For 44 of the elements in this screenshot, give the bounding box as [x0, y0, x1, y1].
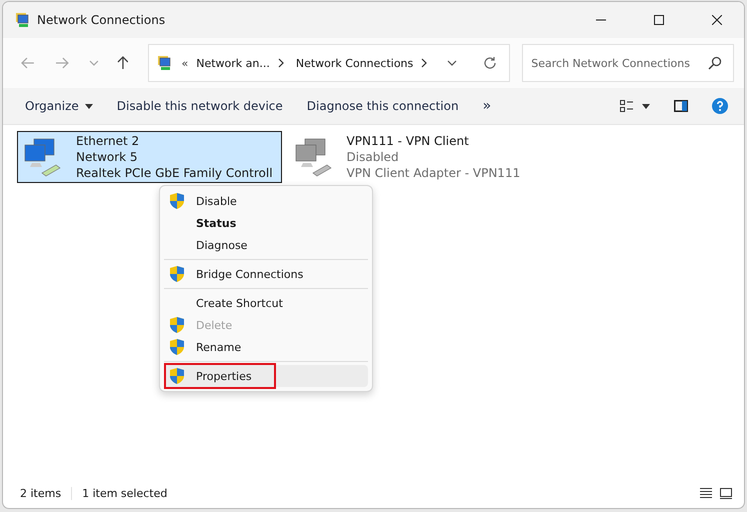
toolbar-button[interactable]: Organize	[13, 95, 105, 117]
overflow-crumb[interactable]: «	[181, 56, 188, 70]
connection-item[interactable]: VPN111 - VPN Client Disabled VPN Client Adapter - VPN111	[288, 131, 538, 183]
search-icon	[708, 56, 722, 70]
connection-item[interactable]: Ethernet 2 Network 5 Realtek PCIe GbE Family Controll	[17, 131, 282, 183]
network-computer-icon	[15, 12, 31, 28]
up-arrow-icon[interactable]	[116, 56, 128, 70]
refresh-icon[interactable]	[483, 56, 498, 70]
connection-name: VPN111 - VPN Client	[346, 133, 470, 149]
network-computer-icon	[157, 55, 174, 71]
large-icons-view-icon[interactable]	[720, 488, 732, 498]
help-icon[interactable]	[712, 98, 728, 114]
toolbar-button[interactable]: Disable this network device	[104, 95, 295, 117]
search-field[interactable]: Search Network Connections	[522, 44, 734, 82]
view-options-icon[interactable]	[620, 100, 634, 112]
preview-pane-icon[interactable]	[674, 100, 688, 112]
menu-item[interactable]: Rename	[164, 336, 368, 358]
connection-status: Network 5	[76, 149, 139, 165]
breadcrumb[interactable]: Network Connections	[296, 56, 414, 70]
menu-item[interactable]: Status	[164, 212, 368, 234]
menu-item[interactable]: Disable	[164, 190, 368, 212]
more-commands-button[interactable]: »	[470, 94, 504, 118]
maximize-icon[interactable]	[654, 15, 664, 25]
window-title: Network Connections	[37, 13, 166, 27]
menu-item[interactable]: Diagnose	[164, 234, 368, 256]
adapter-name: Realtek PCIe GbE Family Controll	[76, 165, 273, 181]
breadcrumb[interactable]: Network an...	[196, 56, 270, 70]
chevron-right-icon[interactable]	[278, 58, 284, 68]
selection-count: 1 item selected	[71, 486, 178, 500]
chevron-right-icon[interactable]	[421, 58, 428, 68]
adapter-name: VPN Client Adapter - VPN111	[346, 165, 520, 181]
menu-item[interactable]: Properties	[164, 365, 368, 387]
menu-item[interactable]: Bridge Connections	[164, 263, 368, 285]
toolbar-button[interactable]: Diagnose this connection	[294, 95, 471, 117]
connection-name: Ethernet 2	[76, 133, 140, 149]
details-view-icon[interactable]	[700, 488, 712, 498]
caret-icon[interactable]	[642, 104, 650, 108]
item-count: 2 items	[20, 486, 62, 500]
menu-item[interactable]: Create Shortcut	[164, 292, 368, 314]
close-icon[interactable]	[712, 15, 722, 25]
chevron-down-icon[interactable]	[447, 60, 458, 66]
address-bar[interactable]: « Network an... Network Connections	[148, 44, 510, 82]
caret-icon	[84, 104, 93, 108]
connection-status: Disabled	[346, 149, 400, 165]
